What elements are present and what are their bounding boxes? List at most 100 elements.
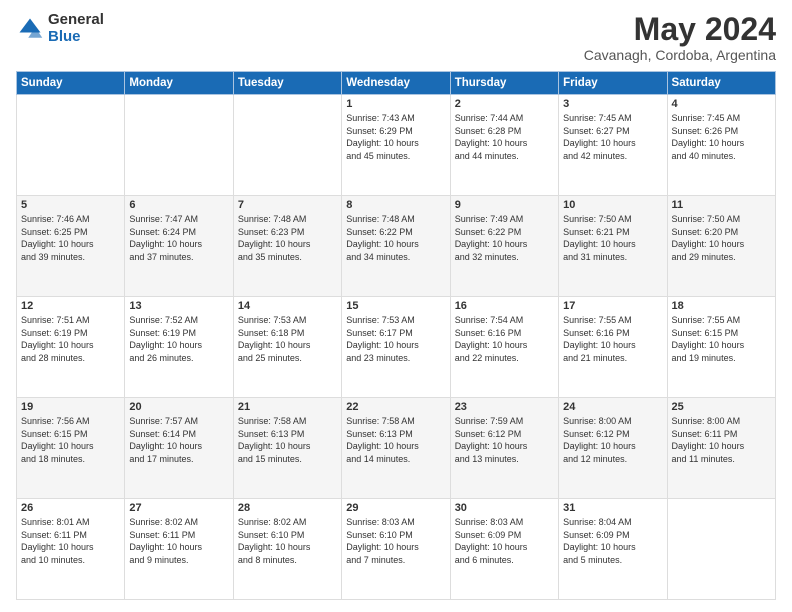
day-number: 14	[238, 300, 337, 312]
calendar-cell	[233, 95, 341, 196]
calendar-cell: 11 Sunrise: 7:50 AMSunset: 6:20 PMDayligh…	[667, 196, 775, 297]
calendar-cell: 19 Sunrise: 7:56 AMSunset: 6:15 PMDayligh…	[17, 398, 125, 499]
calendar-week-row: 19 Sunrise: 7:56 AMSunset: 6:15 PMDayligh…	[17, 398, 776, 499]
calendar-day-header: Saturday	[667, 72, 775, 95]
day-info: Sunrise: 8:02 AMSunset: 6:11 PMDaylight:…	[129, 516, 228, 566]
day-number: 23	[455, 401, 554, 413]
calendar-cell: 12Sunrise: 7:51 AMSunset: 6:19 PMDayligh…	[17, 297, 125, 398]
day-number: 7	[238, 199, 337, 211]
calendar-cell: 14 Sunrise: 7:53 AMSunset: 6:18 PMDayligh…	[233, 297, 341, 398]
subtitle: Cavanagh, Cordoba, Argentina	[584, 47, 776, 63]
calendar-table: SundayMondayTuesdayWednesdayThursdayFrid…	[16, 71, 776, 600]
calendar-cell: 27Sunrise: 8:02 AMSunset: 6:11 PMDayligh…	[125, 499, 233, 600]
calendar-cell	[667, 499, 775, 600]
logo-general-text: General	[48, 12, 104, 29]
calendar-cell: 17Sunrise: 7:55 AMSunset: 6:16 PMDayligh…	[559, 297, 667, 398]
calendar-day-header: Wednesday	[342, 72, 450, 95]
page: General Blue May 2024 Cavanagh, Cordoba,…	[0, 0, 792, 612]
day-info: Sunrise: 8:02 AMSunset: 6:10 PMDaylight:…	[238, 516, 337, 566]
day-info: Sunrise: 8:00 AMSunset: 6:12 PMDaylight:…	[563, 415, 662, 465]
calendar-cell	[17, 95, 125, 196]
day-info: Sunrise: 7:51 AMSunset: 6:19 PMDaylight:…	[21, 314, 120, 364]
logo-blue-text: Blue	[48, 29, 104, 46]
day-info: Sunrise: 7:55 AMSunset: 6:15 PMDaylight:…	[672, 314, 771, 364]
calendar-cell: 22Sunrise: 7:58 AMSunset: 6:13 PMDayligh…	[342, 398, 450, 499]
day-info: Sunrise: 7:56 AMSunset: 6:15 PMDaylight:…	[21, 415, 120, 465]
day-info: Sunrise: 7:47 AMSunset: 6:24 PMDaylight:…	[129, 213, 228, 263]
calendar-cell: 18Sunrise: 7:55 AMSunset: 6:15 PMDayligh…	[667, 297, 775, 398]
calendar-cell: 1Sunrise: 7:43 AMSunset: 6:29 PMDaylight…	[342, 95, 450, 196]
day-info: Sunrise: 7:54 AMSunset: 6:16 PMDaylight:…	[455, 314, 554, 364]
day-info: Sunrise: 7:44 AMSunset: 6:28 PMDaylight:…	[455, 112, 554, 162]
calendar-cell: 7 Sunrise: 7:48 AMSunset: 6:23 PMDaylight…	[233, 196, 341, 297]
calendar-cell: 3 Sunrise: 7:45 AMSunset: 6:27 PMDaylight…	[559, 95, 667, 196]
day-number: 11	[672, 199, 771, 211]
calendar-cell: 29 Sunrise: 8:03 AMSunset: 6:10 PMDayligh…	[342, 499, 450, 600]
main-title: May 2024	[584, 12, 776, 47]
day-info: Sunrise: 7:50 AMSunset: 6:21 PMDaylight:…	[563, 213, 662, 263]
day-info: Sunrise: 7:49 AMSunset: 6:22 PMDaylight:…	[455, 213, 554, 263]
day-number: 26	[21, 502, 120, 514]
day-number: 15	[346, 300, 445, 312]
day-info: Sunrise: 7:52 AMSunset: 6:19 PMDaylight:…	[129, 314, 228, 364]
header: General Blue May 2024 Cavanagh, Cordoba,…	[16, 12, 776, 63]
calendar-cell: 5Sunrise: 7:46 AMSunset: 6:25 PMDaylight…	[17, 196, 125, 297]
day-number: 3	[563, 98, 662, 110]
calendar-cell: 20 Sunrise: 7:57 AMSunset: 6:14 PMDayligh…	[125, 398, 233, 499]
day-number: 25	[672, 401, 771, 413]
day-info: Sunrise: 7:48 AMSunset: 6:22 PMDaylight:…	[346, 213, 445, 263]
day-number: 28	[238, 502, 337, 514]
calendar-day-header: Sunday	[17, 72, 125, 95]
calendar-cell: 9 Sunrise: 7:49 AMSunset: 6:22 PMDaylight…	[450, 196, 558, 297]
calendar-cell: 21Sunrise: 7:58 AMSunset: 6:13 PMDayligh…	[233, 398, 341, 499]
day-number: 19	[21, 401, 120, 413]
day-info: Sunrise: 7:55 AMSunset: 6:16 PMDaylight:…	[563, 314, 662, 364]
calendar-cell: 15 Sunrise: 7:53 AMSunset: 6:17 PMDayligh…	[342, 297, 450, 398]
day-info: Sunrise: 7:58 AMSunset: 6:13 PMDaylight:…	[238, 415, 337, 465]
day-number: 20	[129, 401, 228, 413]
day-info: Sunrise: 8:04 AMSunset: 6:09 PMDaylight:…	[563, 516, 662, 566]
day-info: Sunrise: 7:45 AMSunset: 6:27 PMDaylight:…	[563, 112, 662, 162]
day-number: 31	[563, 502, 662, 514]
day-info: Sunrise: 7:53 AMSunset: 6:18 PMDaylight:…	[238, 314, 337, 364]
calendar-cell: 16 Sunrise: 7:54 AMSunset: 6:16 PMDayligh…	[450, 297, 558, 398]
calendar-cell: 6 Sunrise: 7:47 AMSunset: 6:24 PMDaylight…	[125, 196, 233, 297]
day-number: 29	[346, 502, 445, 514]
day-number: 24	[563, 401, 662, 413]
day-info: Sunrise: 7:50 AMSunset: 6:20 PMDaylight:…	[672, 213, 771, 263]
calendar-cell: 28 Sunrise: 8:02 AMSunset: 6:10 PMDayligh…	[233, 499, 341, 600]
calendar-cell: 31 Sunrise: 8:04 AMSunset: 6:09 PMDayligh…	[559, 499, 667, 600]
calendar-week-row: 12Sunrise: 7:51 AMSunset: 6:19 PMDayligh…	[17, 297, 776, 398]
day-number: 9	[455, 199, 554, 211]
day-number: 22	[346, 401, 445, 413]
day-info: Sunrise: 7:53 AMSunset: 6:17 PMDaylight:…	[346, 314, 445, 364]
calendar-cell: 24 Sunrise: 8:00 AMSunset: 6:12 PMDayligh…	[559, 398, 667, 499]
day-info: Sunrise: 8:03 AMSunset: 6:10 PMDaylight:…	[346, 516, 445, 566]
title-block: May 2024 Cavanagh, Cordoba, Argentina	[584, 12, 776, 63]
logo: General Blue	[16, 12, 104, 45]
calendar-cell	[125, 95, 233, 196]
day-number: 16	[455, 300, 554, 312]
day-number: 6	[129, 199, 228, 211]
calendar-cell: 25 Sunrise: 8:00 AMSunset: 6:11 PMDayligh…	[667, 398, 775, 499]
logo-text: General Blue	[48, 12, 104, 45]
day-info: Sunrise: 7:57 AMSunset: 6:14 PMDaylight:…	[129, 415, 228, 465]
calendar-week-row: 26Sunrise: 8:01 AMSunset: 6:11 PMDayligh…	[17, 499, 776, 600]
day-number: 13	[129, 300, 228, 312]
calendar-day-header: Tuesday	[233, 72, 341, 95]
day-info: Sunrise: 7:43 AMSunset: 6:29 PMDaylight:…	[346, 112, 445, 162]
calendar-cell: 8Sunrise: 7:48 AMSunset: 6:22 PMDaylight…	[342, 196, 450, 297]
day-number: 4	[672, 98, 771, 110]
calendar-cell: 13 Sunrise: 7:52 AMSunset: 6:19 PMDayligh…	[125, 297, 233, 398]
calendar-header-row: SundayMondayTuesdayWednesdayThursdayFrid…	[17, 72, 776, 95]
day-info: Sunrise: 8:00 AMSunset: 6:11 PMDaylight:…	[672, 415, 771, 465]
day-info: Sunrise: 7:46 AMSunset: 6:25 PMDaylight:…	[21, 213, 120, 263]
calendar-day-header: Thursday	[450, 72, 558, 95]
calendar-cell: 4Sunrise: 7:45 AMSunset: 6:26 PMDaylight…	[667, 95, 775, 196]
calendar-day-header: Friday	[559, 72, 667, 95]
day-number: 10	[563, 199, 662, 211]
calendar-week-row: 1Sunrise: 7:43 AMSunset: 6:29 PMDaylight…	[17, 95, 776, 196]
day-number: 2	[455, 98, 554, 110]
day-info: Sunrise: 7:48 AMSunset: 6:23 PMDaylight:…	[238, 213, 337, 263]
calendar-day-header: Monday	[125, 72, 233, 95]
